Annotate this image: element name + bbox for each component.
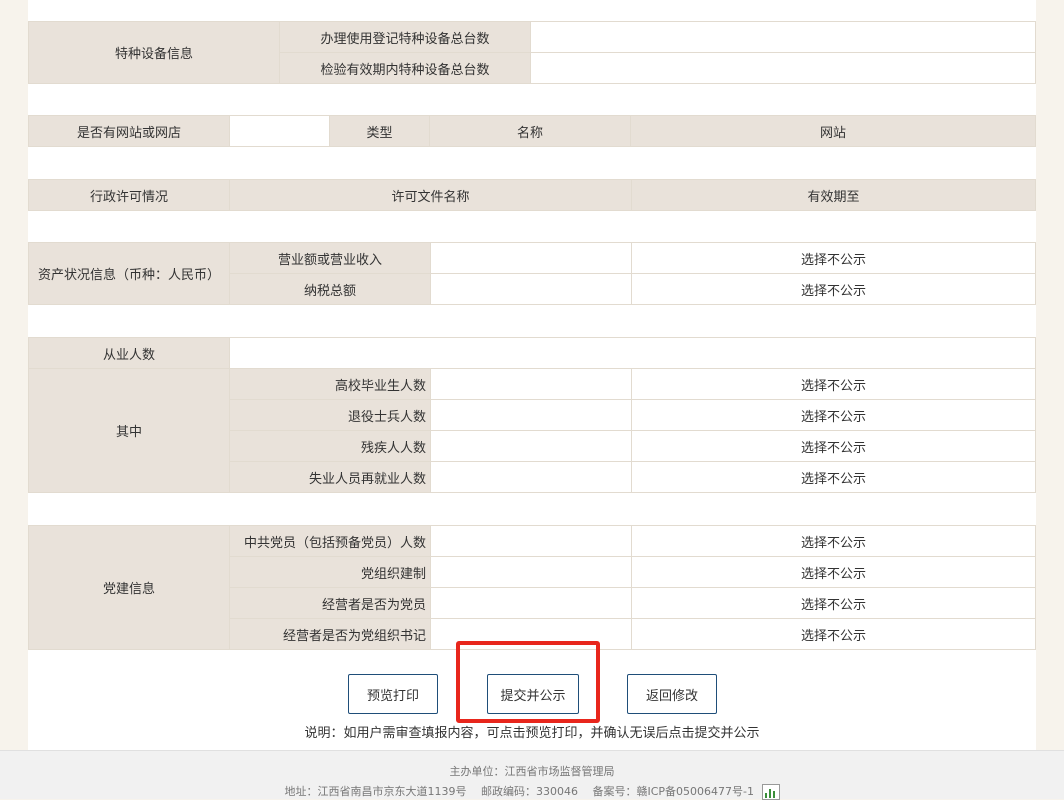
- employees-label: 从业人数: [28, 337, 230, 369]
- website-col-name: 名称: [429, 115, 631, 147]
- assets-status: 选择不公示: [631, 242, 1036, 274]
- party-row-status: 选择不公示: [631, 587, 1036, 619]
- employees-row-value[interactable]: [430, 461, 632, 493]
- report-form-page: 特种设备信息 办理使用登记特种设备总台数 检验有效期内特种设备总台数 是否有网站…: [0, 0, 1064, 800]
- employees-row-status: 选择不公示: [631, 461, 1036, 493]
- assets-row-label: 纳税总额: [229, 273, 431, 305]
- license-label: 行政许可情况: [28, 179, 230, 211]
- party-row-value[interactable]: [430, 556, 632, 588]
- party-row-label: 经营者是否为党组织书记: [229, 618, 431, 650]
- special-equipment-value[interactable]: [530, 52, 1036, 84]
- party-row-value[interactable]: [430, 587, 632, 619]
- assets-value[interactable]: [430, 242, 632, 274]
- footer-address-line: 地址：江西省南昌市京东大道1139号 邮政编码：330046 备案号：赣ICP备…: [0, 783, 1064, 800]
- party-row-value[interactable]: [430, 525, 632, 557]
- employees-row-value[interactable]: [430, 368, 632, 400]
- employees-row-label: 失业人员再就业人数: [229, 461, 431, 493]
- party-row-status: 选择不公示: [631, 556, 1036, 588]
- instruction-note: 说明：如用户需审查填报内容，可点击预览打印，并确认无误后点击提交并公示: [304, 726, 760, 741]
- employees-row-value[interactable]: [430, 430, 632, 462]
- assets-row-label: 营业额或营业收入: [229, 242, 431, 274]
- party-label: 党建信息: [28, 525, 230, 650]
- employees-row-value[interactable]: [430, 399, 632, 431]
- back-edit-button[interactable]: 返回修改: [627, 674, 717, 714]
- party-table: 党建信息 中共党员（包括预备党员）人数 选择不公示 党组织建制 选择不公示 经营…: [28, 525, 1036, 650]
- employees-row-label: 退役士兵人数: [229, 399, 431, 431]
- party-row-label: 经营者是否为党员: [229, 587, 431, 619]
- party-row-label: 中共党员（包括预备党员）人数: [229, 525, 431, 557]
- license-col-valid: 有效期至: [631, 179, 1036, 211]
- website-table: 是否有网站或网店 类型 名称 网站: [28, 115, 1036, 147]
- footer-sponsor: 主办单位：江西省市场监督管理局: [449, 765, 615, 778]
- license-table: 行政许可情况 许可文件名称 有效期至: [28, 179, 1036, 211]
- employees-row-label: 高校毕业生人数: [229, 368, 431, 400]
- employees-row-status: 选择不公示: [631, 368, 1036, 400]
- website-col-site: 网站: [630, 115, 1036, 147]
- special-equipment-row-label: 办理使用登记特种设备总台数: [279, 21, 531, 53]
- assets-status: 选择不公示: [631, 273, 1036, 305]
- employees-row-status: 选择不公示: [631, 399, 1036, 431]
- party-row-label: 党组织建制: [229, 556, 431, 588]
- party-row-value[interactable]: [430, 618, 632, 650]
- employees-value[interactable]: [229, 337, 1036, 369]
- employees-row-label: 残疾人人数: [229, 430, 431, 462]
- special-equipment-value[interactable]: [530, 21, 1036, 53]
- party-row-status: 选择不公示: [631, 525, 1036, 557]
- footer: 主办单位：江西省市场监督管理局 地址：江西省南昌市京东大道1139号 邮政编码：…: [0, 750, 1064, 800]
- assets-label: 资产状况信息（币种：人民币）: [28, 242, 230, 305]
- submit-publish-button[interactable]: 提交并公示: [487, 674, 579, 714]
- special-equipment-table: 特种设备信息 办理使用登记特种设备总台数 检验有效期内特种设备总台数: [28, 21, 1036, 84]
- special-equipment-row-label: 检验有效期内特种设备总台数: [279, 52, 531, 84]
- preview-print-button[interactable]: 预览打印: [348, 674, 438, 714]
- license-col-doc: 许可文件名称: [229, 179, 632, 211]
- special-equipment-label: 特种设备信息: [28, 21, 280, 84]
- website-choice[interactable]: [229, 115, 330, 147]
- employees-row-status: 选择不公示: [631, 430, 1036, 462]
- footer-address: 地址：江西省南昌市京东大道1139号 邮政编码：330046 备案号：赣ICP备…: [284, 785, 755, 798]
- website-col-type: 类型: [329, 115, 430, 147]
- party-row-status: 选择不公示: [631, 618, 1036, 650]
- employees-sub-label: 其中: [28, 368, 230, 493]
- employees-table: 从业人数 其中 高校毕业生人数 选择不公示 退役士兵人数 选择不公示 残疾人人数…: [28, 337, 1036, 493]
- website-label: 是否有网站或网店: [28, 115, 230, 147]
- assets-value[interactable]: [430, 273, 632, 305]
- assets-table: 资产状况信息（币种：人民币） 营业额或营业收入 选择不公示 纳税总额 选择不公示: [28, 242, 1036, 305]
